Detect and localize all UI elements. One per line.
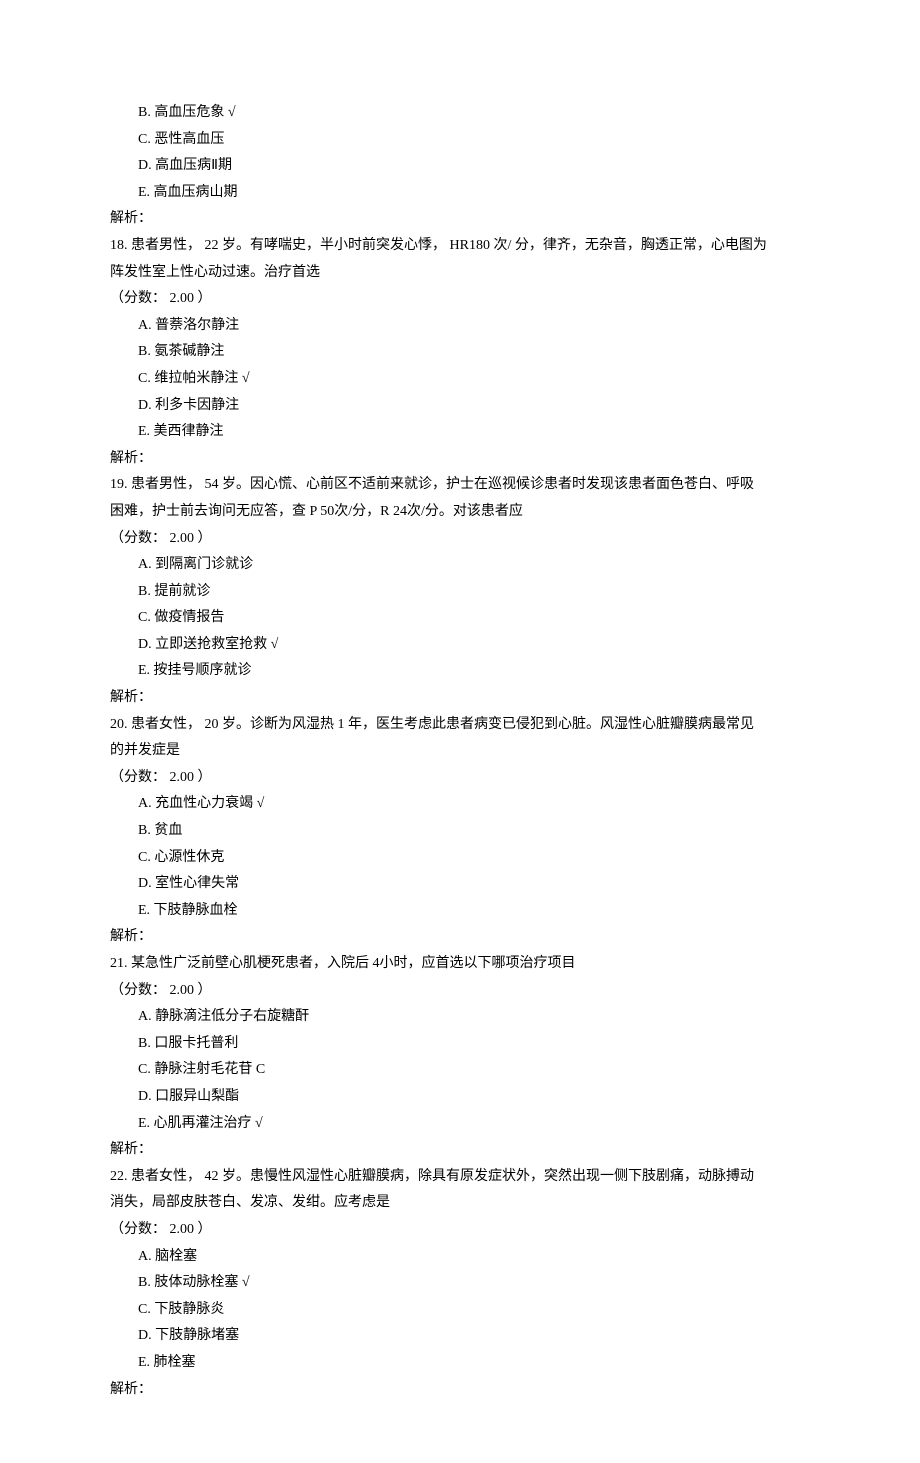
option: C. 下肢静脉炎 (110, 1297, 820, 1324)
question-text: 21. 某急性广泛前壁心肌梗死患者，入院后 4小时，应首选以下哪项治疗项目 (110, 951, 820, 978)
option: E. 下肢静脉血栓 (110, 898, 820, 925)
option: D. 室性心律失常 (110, 871, 820, 898)
option: D. 下肢静脉堵塞 (110, 1323, 820, 1350)
analysis-label: 解析： (110, 1377, 820, 1404)
option: A. 静脉滴注低分子右旋糖酐 (110, 1004, 820, 1031)
analysis-label: 解析： (110, 924, 820, 951)
analysis-label: 解析： (110, 1137, 820, 1164)
score-line: （分数： 2.00 ） (110, 978, 820, 1005)
option: B. 提前就诊 (110, 579, 820, 606)
option: C. 心源性休克 (110, 845, 820, 872)
question-body-line: 的并发症是 (110, 738, 820, 765)
question-text: 22. 患者女性， 42 岁。患慢性风湿性心脏瓣膜病，除具有原发症状外，突然出现… (110, 1164, 820, 1191)
option: B. 高血压危象 √ (110, 100, 820, 127)
question-body-line: 消失，局部皮肤苍白、发凉、发绀。应考虑是 (110, 1190, 820, 1217)
score-line: （分数： 2.00 ） (110, 526, 820, 553)
option: B. 口服卡托普利 (110, 1031, 820, 1058)
option: E. 心肌再灌注治疗 √ (110, 1111, 820, 1138)
analysis-label: 解析： (110, 206, 820, 233)
option: D. 立即送抢救室抢救 √ (110, 632, 820, 659)
question-body-line: 患者男性， 22 岁。有哮喘史，半小时前突发心悸， HR180 次/ 分，律齐，… (131, 238, 767, 253)
question-body-line: 某急性广泛前壁心肌梗死患者，入院后 4小时，应首选以下哪项治疗项目 (131, 956, 576, 971)
score-line: （分数： 2.00 ） (110, 765, 820, 792)
option: B. 贫血 (110, 818, 820, 845)
question-text: 19. 患者男性， 54 岁。因心慌、心前区不适前来就诊，护士在巡视候诊患者时发… (110, 472, 820, 499)
option: C. 做疫情报告 (110, 605, 820, 632)
score-line: （分数： 2.00 ） (110, 1217, 820, 1244)
question-body-line: 患者男性， 54 岁。因心慌、心前区不适前来就诊，护士在巡视候诊患者时发现该患者… (131, 477, 754, 492)
option: C. 恶性高血压 (110, 127, 820, 154)
question-number: 18. (110, 238, 128, 253)
option: B. 氨茶碱静注 (110, 339, 820, 366)
question-number: 21. (110, 956, 128, 971)
option: D. 口服异山梨酯 (110, 1084, 820, 1111)
question-number: 22. (110, 1169, 128, 1184)
option: A. 到隔离门诊就诊 (110, 552, 820, 579)
analysis-label: 解析： (110, 685, 820, 712)
question-number: 20. (110, 717, 128, 732)
option: D. 高血压病Ⅱ期 (110, 153, 820, 180)
option: C. 静脉注射毛花苷 C (110, 1057, 820, 1084)
analysis-label: 解析： (110, 446, 820, 473)
document-page: B. 高血压危象 √ C. 恶性高血压 D. 高血压病Ⅱ期 E. 高血压病山期 … (0, 0, 920, 1463)
option: A. 普萘洛尔静注 (110, 313, 820, 340)
option: A. 充血性心力衰竭 √ (110, 791, 820, 818)
question-body-line: 患者女性， 42 岁。患慢性风湿性心脏瓣膜病，除具有原发症状外，突然出现一侧下肢… (131, 1169, 754, 1184)
option: D. 利多卡因静注 (110, 393, 820, 420)
question-body-line: 阵发性室上性心动过速。治疗首选 (110, 260, 820, 287)
question-text: 20. 患者女性， 20 岁。诊断为风湿热 1 年，医生考虑此患者病变已侵犯到心… (110, 712, 820, 739)
option: A. 脑栓塞 (110, 1244, 820, 1271)
option: C. 维拉帕米静注 √ (110, 366, 820, 393)
score-line: （分数： 2.00 ） (110, 286, 820, 313)
option: E. 高血压病山期 (110, 180, 820, 207)
option: E. 美西律静注 (110, 419, 820, 446)
option: E. 肺栓塞 (110, 1350, 820, 1377)
option: B. 肢体动脉栓塞 √ (110, 1270, 820, 1297)
option: E. 按挂号顺序就诊 (110, 658, 820, 685)
question-number: 19. (110, 477, 128, 492)
question-body-line: 困难，护士前去询问无应答，查 P 50次/分，R 24次/分。对该患者应 (110, 499, 820, 526)
question-text: 18. 患者男性， 22 岁。有哮喘史，半小时前突发心悸， HR180 次/ 分… (110, 233, 820, 260)
question-body-line: 患者女性， 20 岁。诊断为风湿热 1 年，医生考虑此患者病变已侵犯到心脏。风湿… (131, 717, 754, 732)
